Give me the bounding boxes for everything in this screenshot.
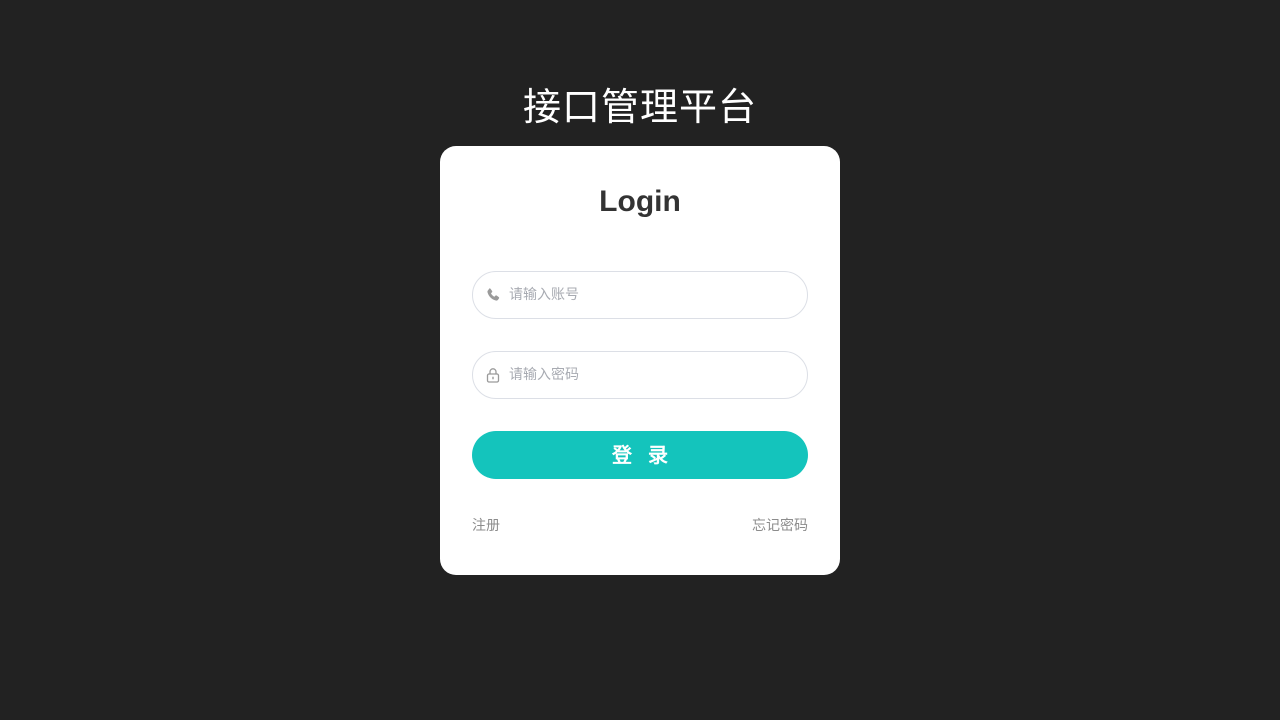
lock-icon [486,368,500,383]
login-heading: Login [599,185,681,218]
forgot-password-link[interactable]: 忘记密码 [752,516,808,536]
account-field[interactable] [472,271,808,319]
login-page: 接口管理平台 Login 登录 注册 忘记密码 [0,0,1280,720]
password-field[interactable] [472,351,808,399]
password-input[interactable] [509,352,789,398]
phone-icon [487,288,500,301]
login-button[interactable]: 登录 [472,431,808,479]
account-input[interactable] [509,272,789,318]
register-link[interactable]: 注册 [472,516,500,536]
app-title: 接口管理平台 [522,85,757,129]
